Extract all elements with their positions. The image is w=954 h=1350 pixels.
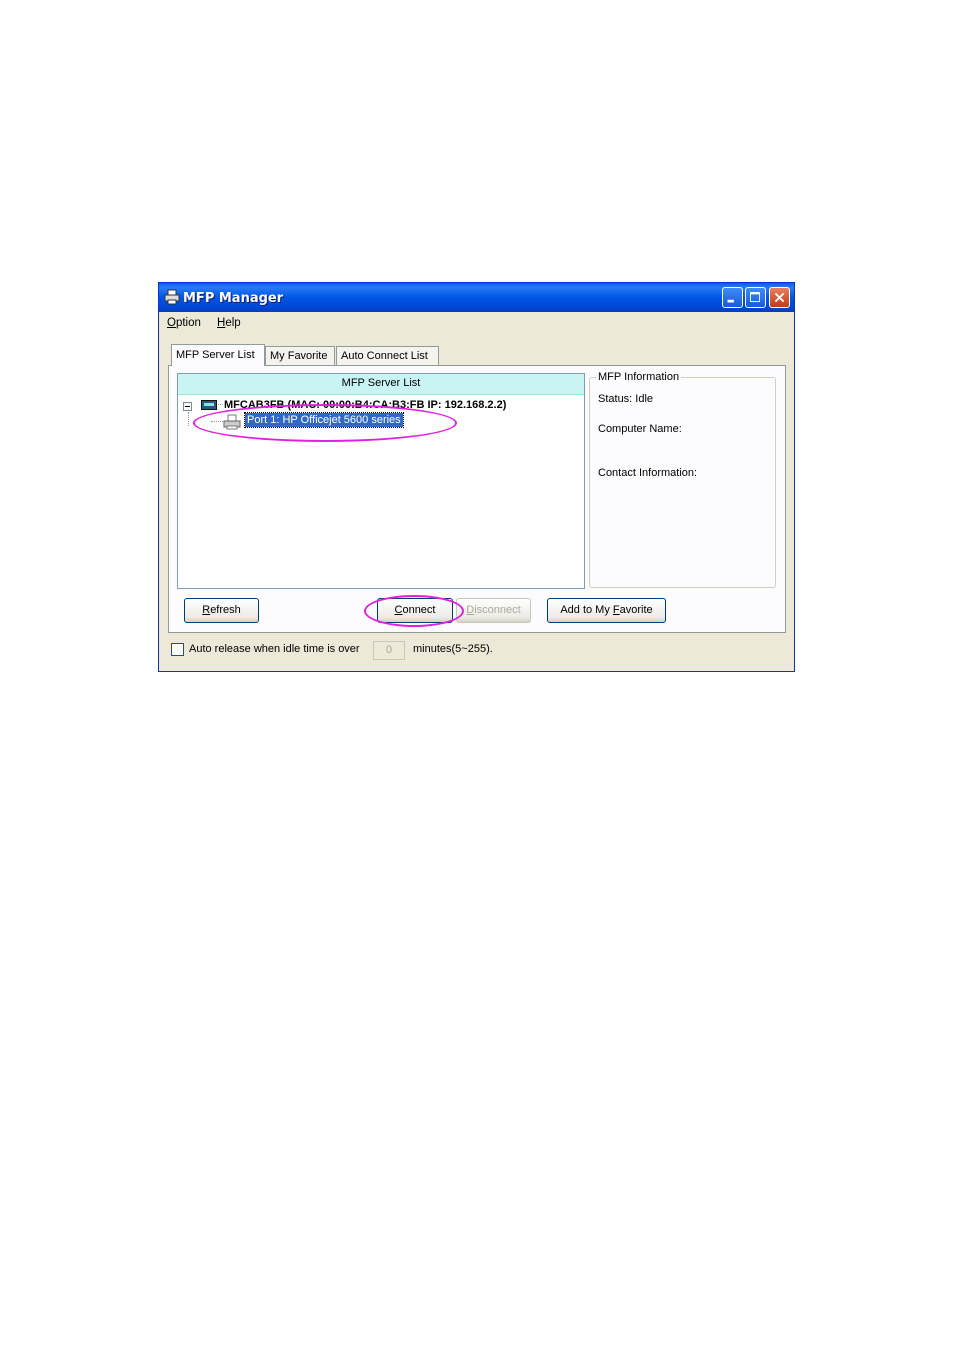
refresh-label: efresh: [210, 604, 241, 616]
contact-information-text: Contact Information:: [598, 467, 698, 479]
computer-name-text: Computer Name:: [598, 423, 682, 435]
refresh-button[interactable]: Refresh: [184, 598, 259, 623]
auto-release-label: Auto release when idle time is over: [189, 643, 360, 655]
collapse-icon[interactable]: [183, 402, 192, 411]
tab-label: Auto Connect List: [341, 350, 428, 362]
window-title: MFP Manager: [183, 291, 284, 306]
auto-release-row: Auto release when idle time is over 0 mi…: [171, 641, 794, 661]
maximize-icon: [750, 292, 761, 303]
minimize-button[interactable]: [722, 287, 743, 308]
group-legend: MFP Information: [596, 371, 682, 383]
server-icon: [201, 400, 217, 410]
mfp-information-group: MFP Information Status: Idle Computer Na…: [589, 371, 776, 588]
printer-app-icon: [164, 289, 180, 305]
idle-time-input[interactable]: 0: [373, 641, 405, 660]
auto-release-checkbox[interactable]: [171, 643, 184, 656]
close-icon: [774, 292, 785, 303]
minimize-icon: [727, 299, 734, 303]
tab-label: My Favorite: [270, 350, 328, 362]
tab-auto-connect-list[interactable]: Auto Connect List: [336, 346, 439, 366]
menu-help-label: elp: [225, 317, 241, 329]
mfp-manager-window: MFP Manager Option Help MFP Server List …: [158, 282, 795, 672]
disconnect-label: isconnect: [474, 604, 521, 616]
server-node-label[interactable]: MFCAB3FB (MAC: 00:00:B4:CA:B3:FB IP: 192…: [224, 399, 506, 411]
refresh-accesskey: R: [202, 604, 211, 616]
disconnect-button[interactable]: Disconnect: [456, 598, 531, 623]
close-button[interactable]: [769, 287, 790, 308]
favorite-label-prefix: Add to My: [560, 604, 613, 616]
add-to-favorite-button[interactable]: Add to My Favorite: [547, 598, 666, 623]
printer-icon: [223, 414, 241, 430]
status-text: Status: Idle: [598, 393, 654, 405]
menu-bar: Option Help: [159, 312, 794, 334]
tab-label: MFP Server List: [176, 349, 255, 361]
menu-option-label: ption: [175, 317, 201, 329]
tab-mfp-server-list[interactable]: MFP Server List: [171, 344, 265, 366]
tab-my-favorite[interactable]: My Favorite: [265, 346, 335, 366]
menu-option[interactable]: Option: [167, 317, 201, 329]
menu-option-accesskey: O: [167, 317, 176, 329]
minutes-label: minutes(5~255).: [413, 643, 493, 655]
tab-panel: MFP Server List MFCAB3FB (MAC: 00:00:B4:…: [168, 365, 786, 633]
connect-label: onnect: [402, 604, 436, 616]
favorite-accesskey: F: [612, 604, 620, 616]
list-header[interactable]: MFP Server List: [178, 374, 584, 395]
connect-button[interactable]: Connect: [377, 598, 453, 623]
port-node-label[interactable]: Port 1: HP Officejet 5600 series: [244, 412, 404, 428]
tree-connector: [188, 412, 189, 426]
menu-help[interactable]: Help: [217, 317, 241, 329]
maximize-button[interactable]: [745, 287, 766, 308]
mfp-server-listbox[interactable]: MFP Server List MFCAB3FB (MAC: 00:00:B4:…: [177, 373, 585, 589]
title-bar[interactable]: MFP Manager: [159, 283, 794, 312]
favorite-label: avorite: [619, 604, 653, 616]
